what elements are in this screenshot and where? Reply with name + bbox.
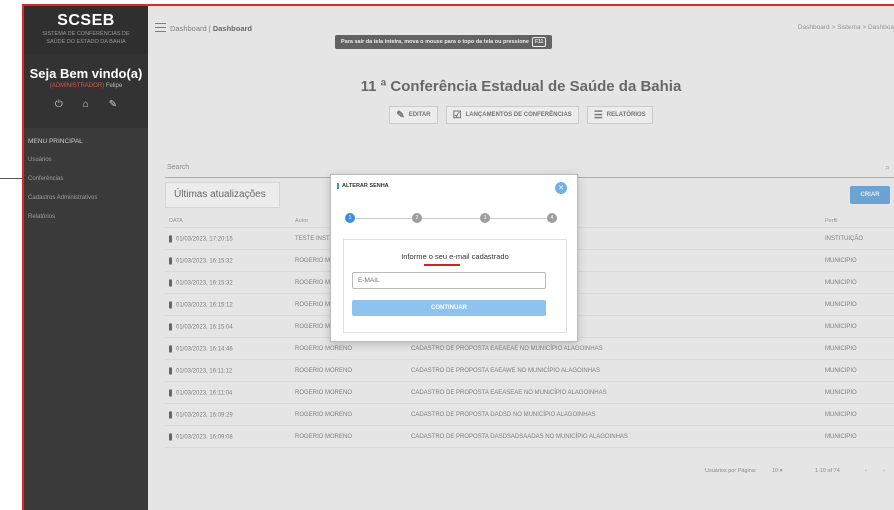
menu-header: MENU PRINCIPAL [28, 138, 83, 145]
step-3: 3 [480, 213, 490, 223]
user-role: (ADMINISTRADOR) [49, 83, 105, 89]
welcome-panel: Seja Bem vindo(a) (ADMINISTRADOR) Felipe… [24, 54, 148, 128]
email-form: Informe o seu e-mail cadastrado CONTINUA… [343, 239, 567, 333]
user-info: (ADMINISTRADOR) Felipe [24, 83, 148, 89]
sidebar-item-relatorios[interactable]: Relatórios [24, 208, 148, 227]
email-field[interactable] [352, 272, 546, 289]
welcome-title: Seja Bem vindo(a) [29, 66, 143, 81]
brand-subtitle-line-2: SAÚDE DO ESTADO DA BAHIA [46, 39, 126, 45]
brand: SCSEB SISTEMA DE CONFERÊNCIAS DE SAÚDE D… [24, 6, 148, 54]
continue-button[interactable]: CONTINUAR [352, 300, 546, 316]
sidebar-item-usuarios[interactable]: Usuários [24, 151, 148, 170]
email-prompt: Informe o seu e-mail cadastrado [401, 252, 509, 261]
dialog-title: ALTERAR SENHA [337, 183, 389, 189]
step-4: 4 [547, 213, 557, 223]
outer-divider-line [0, 178, 22, 179]
brand-title: SCSEB [57, 12, 115, 29]
dialog-header: ALTERAR SENHA ✕ [331, 175, 577, 199]
sidebar-quick-icons: ⏻ ⌂ ✎ [24, 99, 148, 110]
step-2: 2 [412, 213, 422, 223]
brand-subtitle-line-1: SISTEMA DE CONFERÊNCIAS DE [42, 31, 130, 37]
home-icon[interactable]: ⌂ [83, 99, 89, 110]
power-icon[interactable]: ⏻ [55, 99, 63, 110]
prompt-underline [424, 264, 460, 266]
stepper-line [351, 217, 551, 219]
stepper: 1 2 3 4 [345, 213, 557, 223]
sidebar-item-cadastros[interactable]: Cadastros Administrativos [24, 189, 148, 208]
sidebar: SCSEB SISTEMA DE CONFERÊNCIAS DE SAÚDE D… [24, 6, 148, 510]
user-name: Felipe [105, 83, 123, 89]
wrench-icon[interactable]: ✎ [109, 99, 117, 110]
step-1: 1 [345, 213, 355, 223]
sidebar-item-conferencias[interactable]: Conferências [24, 170, 148, 189]
change-password-dialog: ALTERAR SENHA ✕ 1 2 3 4 Informe o seu e-… [330, 174, 578, 342]
close-icon[interactable]: ✕ [555, 182, 567, 194]
